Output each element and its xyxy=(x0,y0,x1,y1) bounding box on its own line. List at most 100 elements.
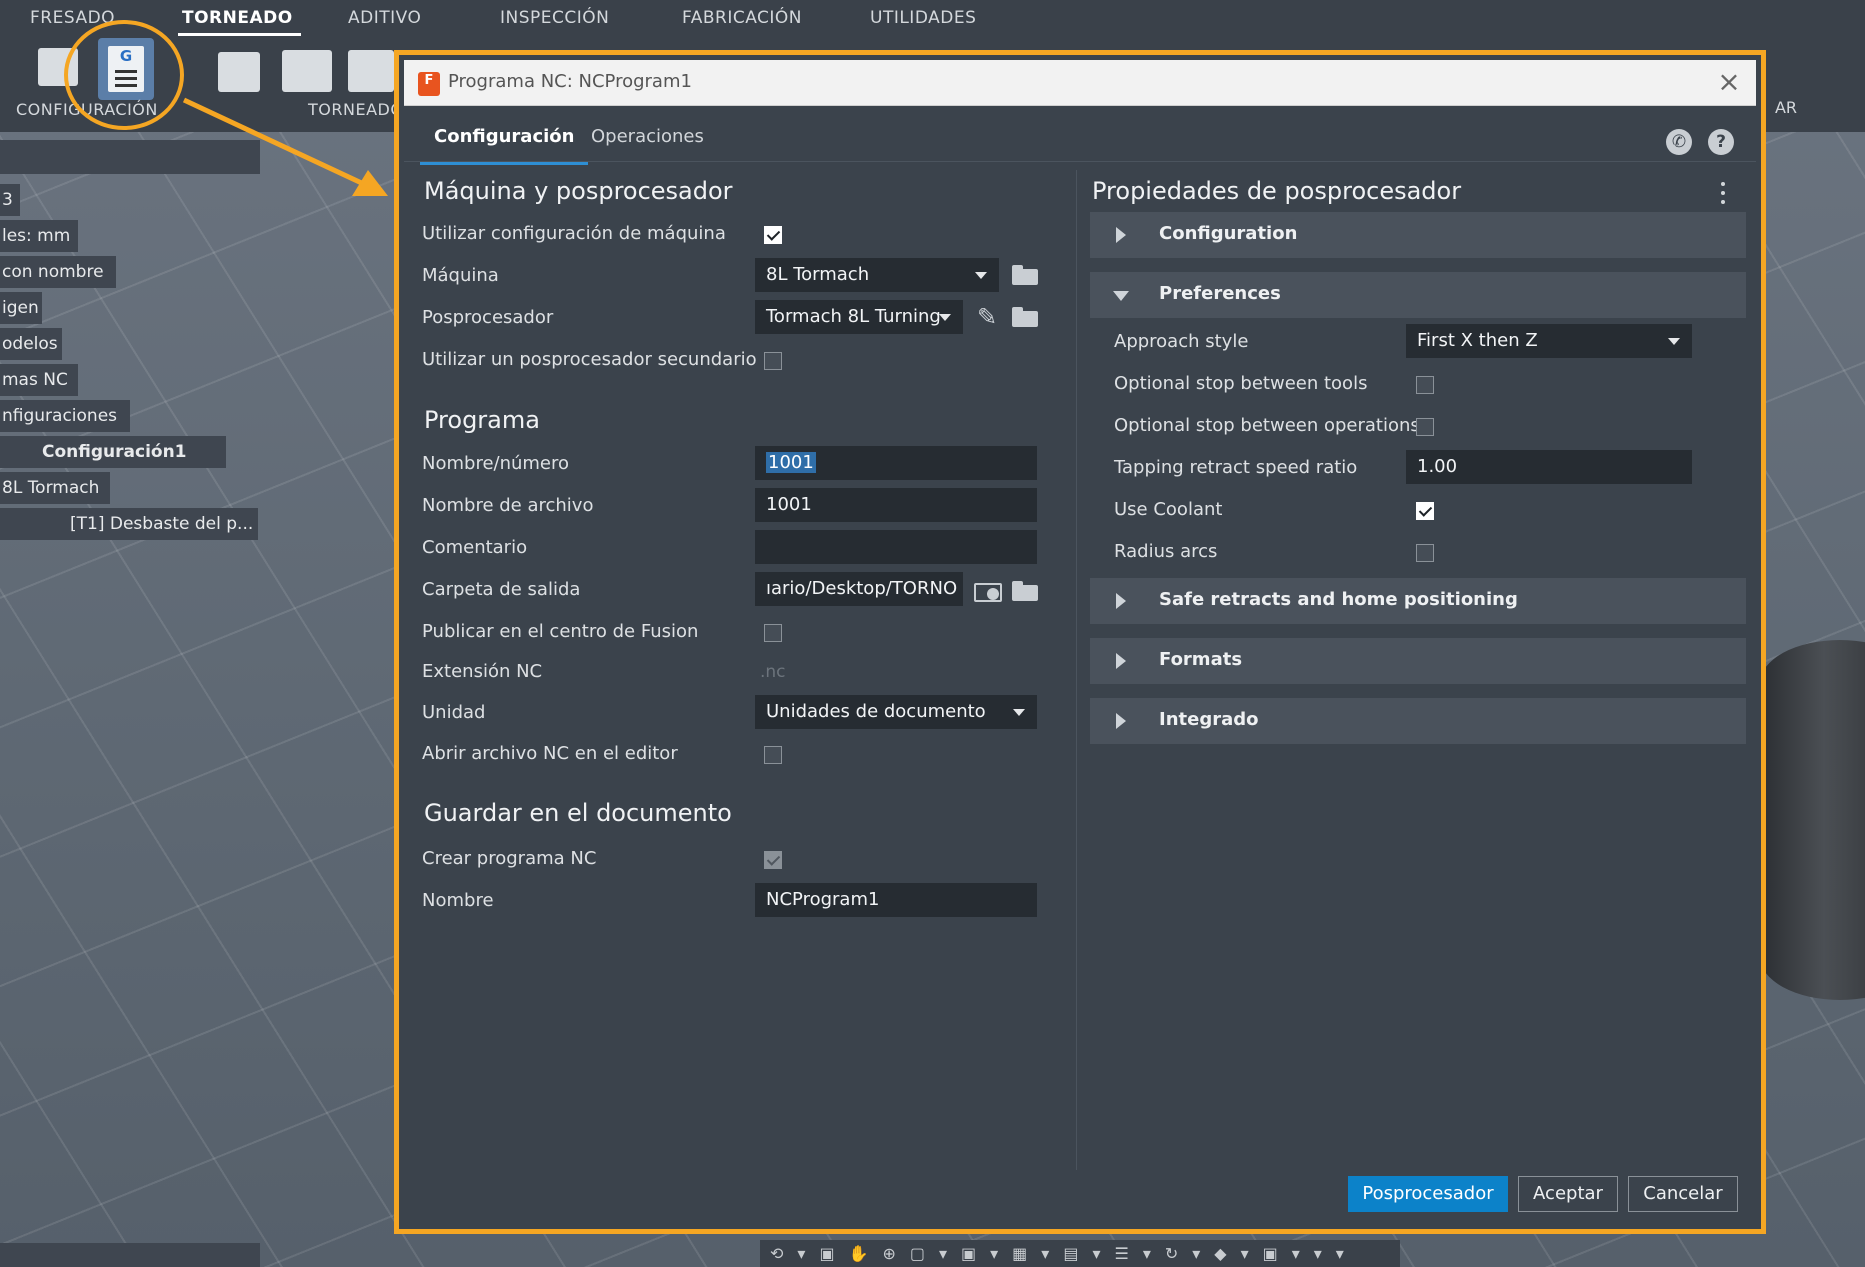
filename-label: Nombre de archivo xyxy=(422,495,594,516)
nc-extension-label: Extensión NC xyxy=(422,661,543,682)
opt-stop-tools-checkbox[interactable] xyxy=(1416,376,1434,394)
browser-item-machine[interactable]: 8L Tormach xyxy=(0,472,110,504)
tapping-ratio-input[interactable]: 1.00 xyxy=(1406,450,1692,484)
ribbon-tab-utilidades[interactable]: UTILIDADES xyxy=(870,8,976,28)
ribbon-tab-aditivo[interactable]: ADITIVO xyxy=(348,8,421,28)
browser-item-named[interactable]: con nombre xyxy=(0,256,116,288)
name-number-label: Nombre/número xyxy=(422,453,570,474)
open-editor-checkbox[interactable] xyxy=(764,746,782,764)
tab-configuracion[interactable]: Configuración xyxy=(419,126,590,165)
opt-stop-ops-label: Optional stop between operations xyxy=(1114,415,1420,436)
profile-tool-icon[interactable] xyxy=(282,50,332,92)
create-nc-checkbox[interactable] xyxy=(764,851,782,869)
nc-program-dialog: F Programa NC: NCProgram1 × Configuració… xyxy=(404,60,1756,1224)
use-coolant-label: Use Coolant xyxy=(1114,499,1223,520)
ribbon-group-peek[interactable]: AR xyxy=(1775,98,1797,117)
browser-item-units[interactable]: les: mm xyxy=(0,220,78,252)
output-folder-input[interactable]: ıario/Desktop/TORNO xyxy=(755,572,963,606)
tab-operaciones[interactable]: Operaciones xyxy=(591,126,704,147)
use-coolant-checkbox[interactable] xyxy=(1416,502,1434,520)
close-icon[interactable]: × xyxy=(1712,66,1746,100)
unit-label: Unidad xyxy=(422,702,486,723)
post-select[interactable]: Tormach 8L Turning xyxy=(755,300,963,334)
chevron-right-icon xyxy=(1116,593,1126,609)
folder-preview-icon[interactable] xyxy=(974,579,1002,602)
use-machine-config-checkbox[interactable] xyxy=(764,226,782,244)
group-configuration[interactable]: Configuration xyxy=(1090,212,1746,258)
dialog-titlebar: F Programa NC: NCProgram1 × xyxy=(404,60,1756,106)
browser-header xyxy=(0,140,260,174)
save-name-input[interactable]: NCProgram1 xyxy=(755,883,1037,917)
groove-tool-icon[interactable] xyxy=(348,50,394,92)
dialog-tabs: Configuración Operaciones xyxy=(404,106,1756,165)
browser-item-nc-programs[interactable]: mas NC xyxy=(0,364,78,396)
group-integrado[interactable]: Integrado xyxy=(1090,698,1746,744)
radius-arcs-checkbox[interactable] xyxy=(1416,544,1434,562)
chevron-down-icon xyxy=(939,314,951,321)
approach-style-value: First X then Z xyxy=(1417,330,1538,351)
more-options-icon[interactable] xyxy=(1720,180,1726,206)
group-formats[interactable]: Formats xyxy=(1090,638,1746,684)
publish-label: Publicar en el centro de Fusion xyxy=(422,621,699,642)
browser-item-operation[interactable]: [T1] Desbaste del p... xyxy=(0,508,258,540)
group-preferences[interactable]: Preferences xyxy=(1090,272,1746,318)
post-process-button[interactable]: Posprocesador xyxy=(1348,1176,1508,1212)
chevron-right-icon xyxy=(1116,653,1126,669)
browser-item-setups[interactable]: nfiguraciones xyxy=(0,400,130,432)
machine-select-value: 8L Tormach xyxy=(766,264,870,285)
unit-select[interactable]: Unidades de documento xyxy=(755,695,1037,729)
section-title-post-properties: Propiedades de posprocesador xyxy=(1092,177,1462,205)
comment-input[interactable] xyxy=(755,530,1037,564)
chevron-down-icon xyxy=(1113,291,1129,301)
approach-style-label: Approach style xyxy=(1114,331,1249,352)
cancel-button[interactable]: Cancelar xyxy=(1628,1176,1738,1212)
publish-checkbox[interactable] xyxy=(764,624,782,642)
callout-highlight xyxy=(64,20,184,130)
folder-open-icon[interactable] xyxy=(1012,307,1038,327)
post-label: Posprocesador xyxy=(422,307,554,328)
help-icon[interactable]: ? xyxy=(1708,129,1734,155)
ribbon-tab-torneado[interactable]: TORNEADO xyxy=(178,8,301,36)
chevron-right-icon xyxy=(1116,713,1126,729)
section-title-machine: Máquina y posprocesador xyxy=(424,177,733,205)
post-select-value: Tormach 8L Turning xyxy=(766,306,941,327)
browser-item-origin[interactable]: igen xyxy=(0,292,42,324)
group-safe-retracts[interactable]: Safe retracts and home positioning xyxy=(1090,578,1746,624)
folder-open-icon[interactable] xyxy=(1012,265,1038,285)
browser-item[interactable]: 3 xyxy=(0,184,20,216)
filename-input[interactable]: 1001 xyxy=(755,488,1037,522)
secondary-post-checkbox[interactable] xyxy=(764,352,782,370)
ribbon-tab-fabricacion[interactable]: FABRICACIÓN xyxy=(682,8,802,28)
ribbon-tab-inspeccion[interactable]: INSPECCIÓN xyxy=(500,8,609,28)
edit-pencil-icon[interactable]: ✎ xyxy=(974,304,1000,330)
machine-select[interactable]: 8L Tormach xyxy=(755,258,999,292)
nc-extension-value: .nc xyxy=(760,662,786,682)
support-icon[interactable]: ✆ xyxy=(1666,129,1692,155)
opt-stop-ops-checkbox[interactable] xyxy=(1416,418,1434,436)
save-name-label: Nombre xyxy=(422,890,494,911)
comment-label: Comentario xyxy=(422,537,528,558)
chevron-down-icon xyxy=(1668,338,1680,345)
folder-open-icon[interactable] xyxy=(1012,581,1038,601)
accept-button[interactable]: Aceptar xyxy=(1518,1176,1618,1212)
fusion-app-icon: F xyxy=(418,72,440,96)
face-tool-icon[interactable] xyxy=(218,52,260,92)
dialog-title: Programa NC: NCProgram1 xyxy=(448,71,692,92)
browser-footer xyxy=(0,1243,260,1267)
browser-item-models[interactable]: odelos xyxy=(0,328,62,360)
radius-arcs-label: Radius arcs xyxy=(1114,541,1218,562)
navigation-toolbar[interactable]: ⟲▾▣✋⊕▢▾▣▾▦▾▤▾☰▾↻▾◆▾▣▾▾▾ xyxy=(760,1240,1400,1267)
use-machine-config-label: Utilizar configuración de máquina xyxy=(422,223,726,244)
name-number-input[interactable]: 1001 xyxy=(755,446,1037,480)
secondary-post-label: Utilizar un posprocesador secundario xyxy=(422,349,757,370)
column-divider xyxy=(1076,170,1077,1170)
unit-select-value: Unidades de documento xyxy=(766,701,986,722)
section-title-program: Programa xyxy=(424,406,540,434)
ribbon-group-torneado[interactable]: TORNEADO xyxy=(308,100,403,119)
section-title-save: Guardar en el documento xyxy=(424,799,732,827)
model-cylinder xyxy=(1760,640,1865,1000)
browser-item-setup1[interactable]: Configuración1 xyxy=(0,436,226,468)
chevron-right-icon xyxy=(1116,227,1126,243)
chevron-down-icon xyxy=(975,272,987,279)
approach-style-select[interactable]: First X then Z xyxy=(1406,324,1692,358)
